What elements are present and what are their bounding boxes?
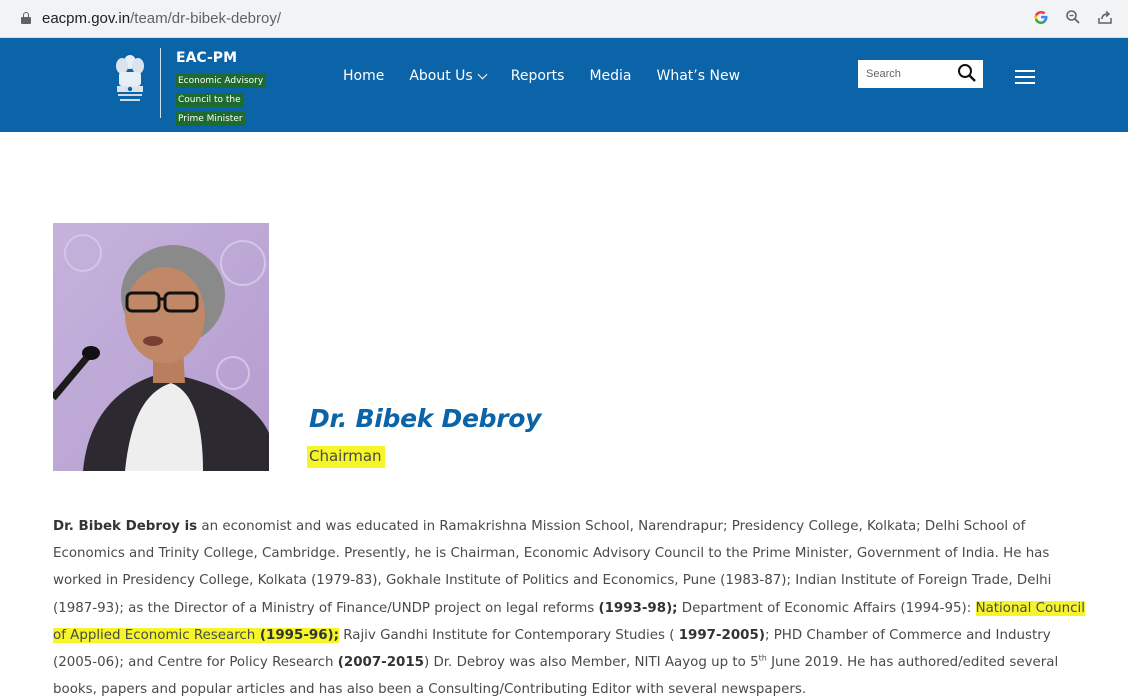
lock-icon[interactable] — [21, 12, 31, 24]
nav-item-media[interactable]: Media — [589, 68, 631, 84]
url-host: eacpm.gov.in — [42, 10, 131, 27]
nav-label-whats-new: What’s New — [656, 68, 741, 84]
url-field[interactable]: eacpm.gov.in/team/dr-bibek-debroy/ — [42, 10, 281, 27]
search-icon[interactable] — [957, 63, 977, 83]
share-icon[interactable] — [1096, 8, 1114, 26]
bio-bold-2: (1993-98); — [598, 600, 678, 616]
bio-bold-3: (1995-96); — [255, 627, 339, 643]
bio-text-5: ) Dr. Debroy was also Member, NITI Aayog… — [423, 655, 759, 671]
bio-text-3: Rajiv Gandhi Institute for Contemporary … — [338, 627, 679, 643]
google-icon[interactable] — [1032, 8, 1050, 26]
brand-subtitle-line-3: Prime Minister — [176, 112, 245, 126]
chevron-down-icon — [477, 69, 488, 79]
nav-label-media: Media — [589, 68, 632, 84]
bio-superscript: th — [758, 653, 767, 663]
browser-actions — [1032, 8, 1114, 26]
brand-subtitle: Economic Advisory Council to the Prime M… — [176, 70, 266, 127]
nav-label-home: Home — [343, 68, 385, 84]
person-name: Dr. Bibek Debroy — [309, 404, 542, 433]
bio-bold-4: 1997-2005) — [678, 627, 765, 643]
nav-item-reports[interactable]: Reports — [511, 68, 565, 84]
url-path: /team/dr-bibek-debroy/ — [130, 10, 282, 27]
bio-bold-5: (2007-2015 — [337, 655, 424, 671]
bio-bold-1: Dr. Bibek Debroy is — [53, 519, 198, 534]
nav-item-whats-new[interactable]: What’s New — [657, 68, 741, 84]
search-box — [858, 60, 983, 88]
brand-title[interactable]: EAC-PM — [176, 50, 237, 66]
nav-item-home[interactable]: Home — [343, 68, 384, 84]
bio-paragraph: Dr. Bibek Debroy is an economist and was… — [53, 513, 1093, 699]
person-role: Chairman — [307, 446, 385, 468]
nav-label-reports: Reports — [510, 68, 565, 84]
brand-subtitle-line-1: Economic Advisory — [176, 74, 266, 88]
zoom-icon[interactable] — [1064, 8, 1082, 26]
search-input[interactable] — [858, 62, 948, 86]
profile-photo — [53, 223, 269, 471]
national-emblem-logo[interactable] — [112, 52, 148, 112]
menu-icon[interactable] — [1015, 70, 1035, 84]
nav-item-about-us[interactable]: About Us — [409, 68, 488, 84]
browser-address-bar: eacpm.gov.in/team/dr-bibek-debroy/ — [0, 0, 1128, 38]
bio-text-2: Department of Economic Affairs (1994-95)… — [677, 600, 976, 616]
header-divider — [160, 48, 161, 118]
main-nav: Home About Us Reports Media What’s New — [343, 68, 765, 84]
brand-subtitle-line-2: Council to the — [176, 93, 243, 107]
site-header: EAC-PM Economic Advisory Council to the … — [0, 38, 1128, 132]
nav-label-about-us: About Us — [409, 68, 473, 84]
